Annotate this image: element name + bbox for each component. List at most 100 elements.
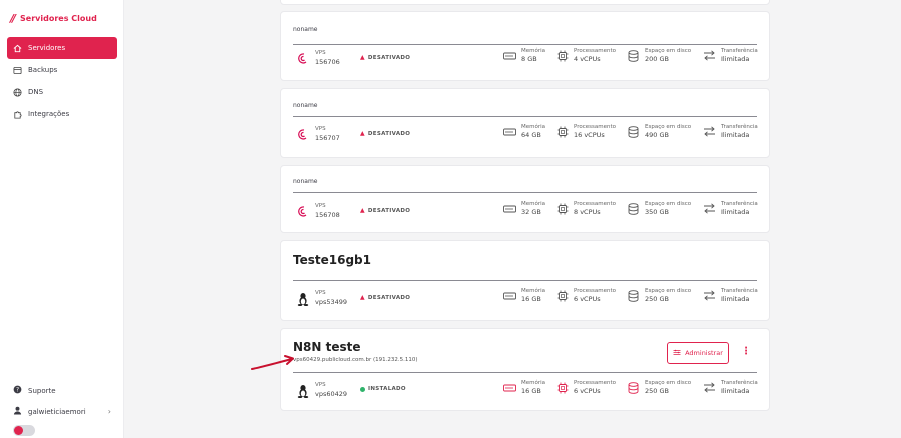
spec-cpu: Processamento 8 vCPUs (556, 201, 616, 216)
spec-value: 16 vCPUs (574, 131, 605, 139)
spec-label: Memória (521, 124, 546, 130)
spec-value: 16 GB (521, 295, 541, 303)
transfer-icon (703, 126, 716, 138)
spec-transfer: Transferência Ilimitada (703, 48, 758, 63)
spec-value: 350 GB (645, 208, 669, 216)
spec-label: Transferência (721, 48, 758, 54)
spec-value: 250 GB (645, 295, 669, 303)
divider (293, 280, 757, 281)
spec-value: Ilimitada (721, 387, 750, 395)
spec-value: 4 vCPUs (574, 55, 601, 63)
debian-icon (298, 53, 307, 64)
brand-name: Servidores Cloud (20, 14, 97, 23)
server-name: noname (293, 178, 318, 185)
sidebar-item-dns[interactable]: DNS (7, 81, 117, 103)
status-badge: ▲ DESATIVADO (360, 294, 410, 301)
user-name: galwieticiaemori (28, 407, 86, 416)
user-menu[interactable]: galwieticiaemori › (13, 406, 111, 417)
status-badge: ▲ DESATIVADO (360, 54, 410, 61)
server-details: VPS 156707 ▲ DESATIVADO Memória 64 GB Proc… (293, 124, 758, 146)
administrar-button[interactable]: Administrar (667, 342, 729, 364)
status-label: DESATIVADO (367, 130, 411, 137)
spec-transfer: Transferência Ilimitada (703, 380, 758, 395)
sidebar-item-label: DNS (28, 88, 44, 96)
server-name: noname (293, 26, 318, 33)
divider (293, 116, 757, 117)
support-link[interactable]: ? Suporte (13, 385, 56, 396)
more-options-icon[interactable]: ⋮ (741, 346, 751, 357)
backups-icon (13, 66, 22, 75)
server-type: VPS (315, 290, 326, 296)
server-card-partial (280, 0, 770, 5)
cpu-icon (556, 290, 569, 302)
sidebar-item-backups[interactable]: Backups (7, 59, 117, 81)
server-card-active[interactable]: N8N teste vps60429.publicloud.com.br (19… (280, 328, 770, 411)
spec-label: Memória (521, 380, 546, 386)
spec-value: Ilimitada (721, 55, 750, 63)
server-details: VPS 156708 ▲ DESATIVADO Memória 32 GB Proc… (293, 201, 758, 223)
transfer-icon (703, 203, 716, 215)
sidebar-item-servidores[interactable]: Servidores (7, 37, 117, 59)
user-icon (13, 406, 22, 417)
server-type: VPS (315, 126, 326, 132)
theme-toggle[interactable] (13, 425, 35, 436)
sidebar-item-integracoes[interactable]: Integrações (7, 103, 117, 125)
spec-label: Processamento (574, 48, 616, 54)
spec-value: 64 GB (521, 131, 541, 139)
spec-label: Memória (521, 201, 546, 207)
status-dot-icon (360, 386, 365, 392)
spec-value: 16 GB (521, 387, 541, 395)
server-id: 156707 (315, 134, 340, 142)
divider (293, 372, 757, 373)
server-details: VPS 156706 ▲ DESATIVADO Memória 8 GB Proce… (293, 48, 758, 70)
spec-cpu: Processamento 6 vCPUs (556, 288, 616, 303)
spec-disk: Espaço em disco 200 GB (627, 48, 691, 63)
sidebar-item-label: Integrações (28, 110, 70, 118)
spec-label: Transferência (721, 288, 758, 294)
globe-icon (13, 87, 22, 97)
transfer-icon (703, 290, 716, 302)
spec-cpu: Processamento 16 vCPUs (556, 124, 616, 139)
spec-label: Transferência (721, 380, 758, 386)
server-id: vps60429 (315, 390, 348, 398)
spec-label: Espaço em disco (645, 288, 692, 294)
cpu-icon (556, 126, 569, 138)
memory-icon (503, 126, 516, 138)
linux-icon (297, 293, 309, 306)
server-card[interactable]: noname VPS 156708 ▲ DESATIVADO Memória 32 … (280, 165, 770, 233)
brand-logo-icon: // (10, 12, 16, 25)
spec-value: Ilimitada (721, 208, 750, 216)
disk-icon (627, 381, 640, 394)
server-type: VPS (315, 203, 326, 209)
cpu-icon (556, 203, 569, 215)
spec-label: Espaço em disco (645, 48, 692, 54)
server-details: VPS vps60429 INSTALADO Memória 16 GB Proc… (293, 380, 758, 402)
puzzle-icon (13, 110, 22, 119)
server-card[interactable]: Teste16gb1 VPS vps53499 ▲ DESATIVADO Memó… (280, 240, 770, 321)
help-icon: ? (13, 385, 22, 396)
transfer-icon (703, 50, 716, 62)
spec-value: 250 GB (645, 387, 669, 395)
server-card[interactable]: noname VPS 156706 ▲ DESATIVADO Memória 8 G… (280, 11, 770, 81)
server-id: vps53499 (315, 298, 348, 306)
server-card[interactable]: noname VPS 156707 ▲ DESATIVADO Memória 64 … (280, 88, 770, 158)
spec-memory: Memória 16 GB (503, 288, 545, 303)
sidebar-item-label: Servidores (28, 44, 66, 52)
server-hostname: vps60429.publicloud.com.br (191.232.5.11… (293, 357, 418, 363)
status-badge: ▲ DESATIVADO (360, 207, 410, 214)
spec-memory: Memória 32 GB (503, 201, 545, 216)
server-id: 156706 (315, 58, 340, 66)
spec-disk: Espaço em disco 350 GB (627, 201, 691, 216)
svg-text:?: ? (16, 388, 19, 394)
brand[interactable]: // Servidores Cloud (10, 12, 97, 25)
warning-icon: ▲ (360, 294, 365, 301)
linux-icon (297, 385, 309, 398)
status-label: DESATIVADO (367, 207, 411, 214)
memory-icon (503, 382, 516, 394)
spec-disk: Espaço em disco 250 GB (627, 380, 691, 395)
annotation-arrow-icon (251, 355, 294, 370)
server-type: VPS (315, 382, 326, 388)
spec-label: Processamento (574, 124, 616, 130)
sidebar-item-label: Backups (28, 66, 58, 74)
spec-cpu: Processamento 6 vCPUs (556, 380, 616, 395)
